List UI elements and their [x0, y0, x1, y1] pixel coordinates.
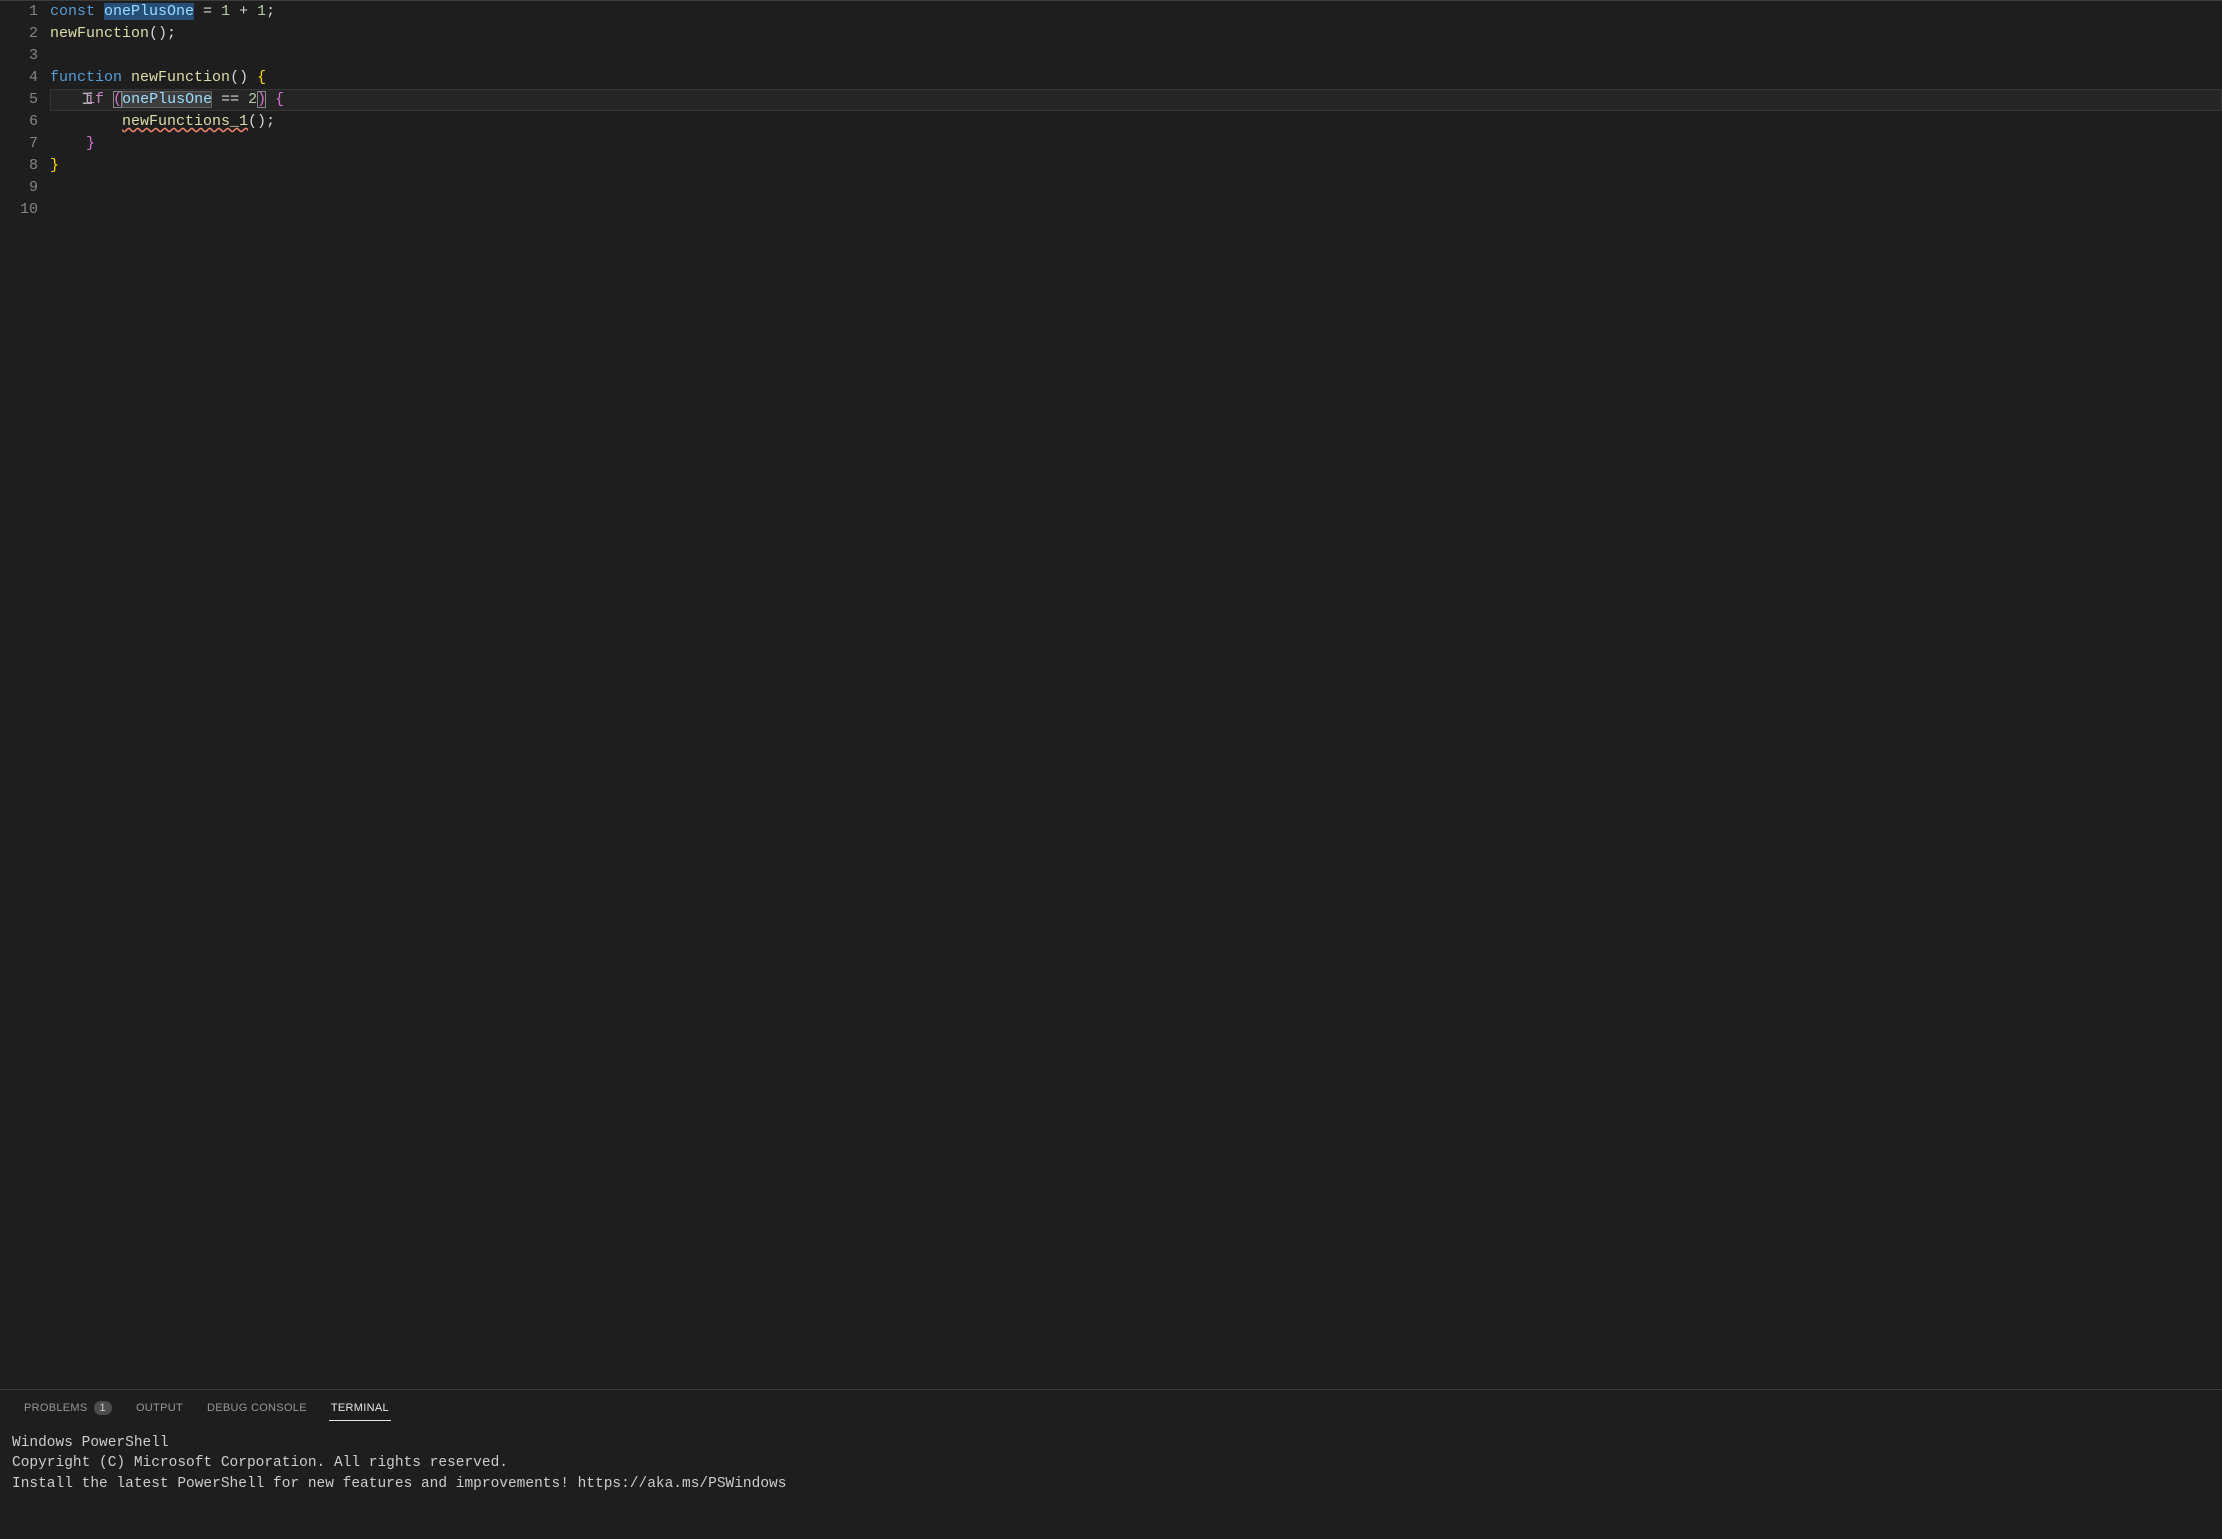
- line-number: 5: [0, 89, 38, 111]
- terminal-line: Install the latest PowerShell for new fe…: [12, 1474, 2210, 1494]
- terminal-line: Copyright (C) Microsoft Corporation. All…: [12, 1453, 2210, 1473]
- tab-output[interactable]: OUTPUT: [124, 1396, 195, 1420]
- problems-count-badge: 1: [94, 1401, 112, 1415]
- tab-label: OUTPUT: [136, 1402, 183, 1414]
- keyword-const: const: [50, 3, 95, 20]
- number-literal: 2: [248, 91, 257, 108]
- line-number: 3: [0, 45, 38, 67]
- number-literal: 1: [221, 3, 230, 20]
- brace-close: }: [50, 157, 59, 174]
- tab-debug-console[interactable]: DEBUG CONSOLE: [195, 1396, 319, 1420]
- paren-open: (: [113, 91, 122, 108]
- keyword-function: function: [50, 69, 122, 86]
- semicolon: ;: [167, 25, 176, 42]
- line-number: 10: [0, 199, 38, 221]
- function-call: newFunction: [50, 25, 149, 42]
- terminal-line: Windows PowerShell: [12, 1433, 2210, 1453]
- editor[interactable]: 1 2 3 4 5 6 7 8 9 10 ⌶ const onePlusOne …: [0, 1, 2222, 1389]
- tab-label: TERMINAL: [331, 1402, 389, 1414]
- brace-open: {: [257, 69, 266, 86]
- paren-close: ): [257, 91, 266, 108]
- parentheses: (): [248, 113, 266, 130]
- code-line[interactable]: [50, 45, 2222, 67]
- tab-label: DEBUG CONSOLE: [207, 1402, 307, 1414]
- brace-open: {: [275, 91, 284, 108]
- parentheses: (): [149, 25, 167, 42]
- code-area[interactable]: ⌶ const onePlusOne = 1 + 1; newFunction(…: [50, 1, 2222, 1389]
- variable-selected: onePlusOne: [104, 3, 194, 20]
- number-literal: 1: [257, 3, 266, 20]
- line-number: 6: [0, 111, 38, 133]
- code-line[interactable]: [50, 199, 2222, 221]
- function-name: newFunction: [131, 69, 230, 86]
- keyword-if: if: [86, 91, 104, 108]
- tab-label: PROBLEMS: [24, 1402, 88, 1414]
- code-line-active[interactable]: if (onePlusOne == 2) {: [50, 89, 2222, 111]
- code-line[interactable]: }: [50, 133, 2222, 155]
- line-number-gutter: 1 2 3 4 5 6 7 8 9 10: [0, 1, 50, 1389]
- line-number: 9: [0, 177, 38, 199]
- code-line[interactable]: [50, 177, 2222, 199]
- tab-problems[interactable]: PROBLEMS 1: [12, 1395, 124, 1421]
- code-line[interactable]: newFunction();: [50, 23, 2222, 45]
- line-number: 7: [0, 133, 38, 155]
- code-line[interactable]: function newFunction() {: [50, 67, 2222, 89]
- operator: ==: [212, 91, 248, 108]
- line-number: 8: [0, 155, 38, 177]
- semicolon: ;: [266, 113, 275, 130]
- semicolon: ;: [266, 3, 275, 20]
- code-line[interactable]: const onePlusOne = 1 + 1;: [50, 1, 2222, 23]
- tab-terminal[interactable]: TERMINAL: [319, 1396, 401, 1420]
- terminal-content[interactable]: Windows PowerShell Copyright (C) Microso…: [0, 1425, 2222, 1539]
- code-line[interactable]: newFunctions_1();: [50, 111, 2222, 133]
- line-number: 1: [0, 1, 38, 23]
- panel-tabs: PROBLEMS 1 OUTPUT DEBUG CONSOLE TERMINAL: [0, 1390, 2222, 1425]
- function-call-error: newFunctions_1: [122, 113, 248, 130]
- line-number: 4: [0, 67, 38, 89]
- parentheses: (): [230, 69, 248, 86]
- operator: +: [230, 3, 257, 20]
- operator: =: [194, 3, 221, 20]
- line-number: 2: [0, 23, 38, 45]
- code-line[interactable]: }: [50, 155, 2222, 177]
- brace-close: }: [86, 135, 95, 152]
- bottom-panel: PROBLEMS 1 OUTPUT DEBUG CONSOLE TERMINAL…: [0, 1389, 2222, 1539]
- variable-highlighted: onePlusOne: [122, 91, 212, 108]
